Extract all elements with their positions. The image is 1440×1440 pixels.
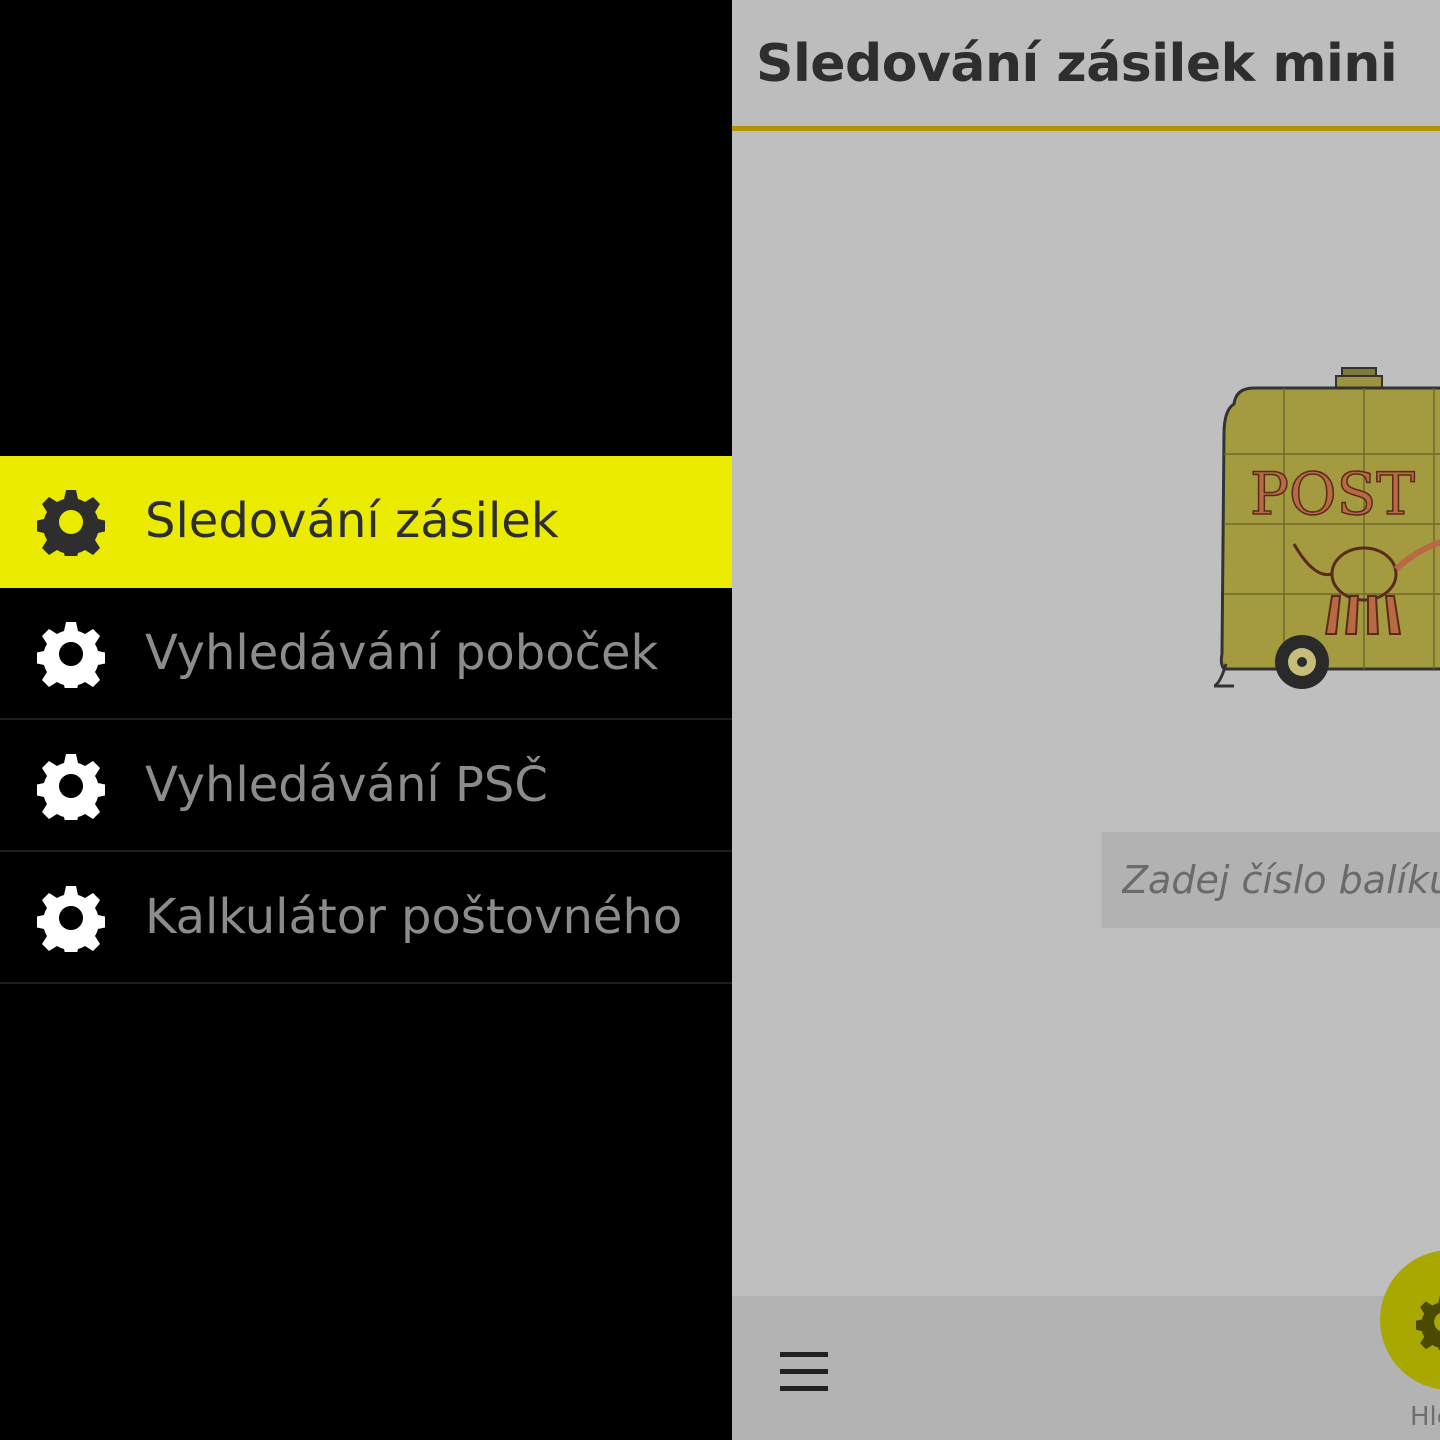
menu-item-label: Vyhledávání PSČ [145,757,548,813]
hamburger-menu-icon[interactable] [780,1352,828,1392]
bottom-bar [732,1296,1440,1440]
title-bar: Sledování zásilek mini [732,0,1440,131]
post-lettering: POST [1250,460,1415,528]
parcel-number-input[interactable] [1102,832,1440,928]
menu-item-label: Sledování zásilek [145,493,559,549]
menu-item-label: Kalkulátor poštovného [145,889,683,945]
post-truck-illustration: POST [1214,367,1440,689]
gear-icon [37,754,105,820]
menu-item-vyhledavani-pobocek[interactable]: Vyhledávání poboček [0,588,732,720]
fab-label: Hle [1410,1402,1440,1432]
menu-item-kalkulator-postovneho[interactable]: Kalkulátor poštovného [0,852,732,984]
menu-item-label: Vyhledávání poboček [145,625,659,681]
gear-icon [37,622,105,688]
page-title: Sledování zásilek mini [756,34,1398,94]
gear-icon [37,886,105,952]
menu-item-sledovani-zasilek[interactable]: Sledování zásilek [0,456,732,588]
navigation-drawer: Sledování zásilek Vyhledávání poboček Vy… [0,0,732,1440]
menu-item-vyhledavani-psc[interactable]: Vyhledávání PSČ [0,720,732,852]
gear-icon [1416,1295,1440,1350]
gear-icon [37,490,105,556]
drawer-menu: Sledování zásilek Vyhledávání poboček Vy… [0,456,732,984]
main-content: Sledování zásilek mini POST Zadej číslo … [732,0,1440,1440]
